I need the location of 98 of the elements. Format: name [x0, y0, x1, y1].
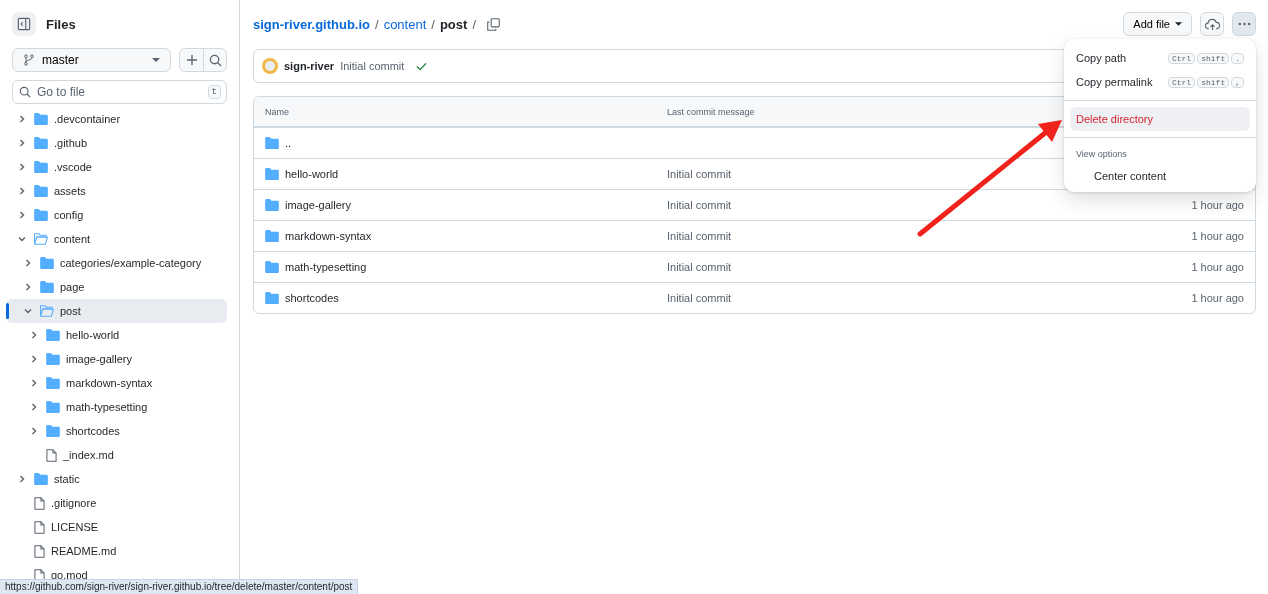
folder-icon [46, 353, 60, 365]
path-separator: / [431, 16, 435, 32]
commit-message-link[interactable]: Initial commit [667, 292, 732, 304]
more-options-button[interactable] [1232, 12, 1256, 36]
tree-item[interactable]: _index.md [6, 443, 227, 467]
branch-dropdown[interactable]: master [12, 48, 171, 72]
file-icon [34, 496, 45, 510]
folder-link[interactable]: shortcodes [285, 292, 339, 304]
folder-icon [40, 257, 54, 269]
avatar-icon [262, 58, 278, 74]
shortcut-key: . [1231, 52, 1244, 64]
folder-icon [40, 281, 54, 293]
tree-item[interactable]: math-typesetting [6, 395, 227, 419]
breadcrumb-link[interactable]: sign-river.github.io [253, 16, 370, 32]
commit-date: 1 hour ago [1191, 199, 1244, 211]
tree-item[interactable]: hello-world [6, 323, 227, 347]
tree-item[interactable]: README.md [6, 539, 227, 563]
caret-icon [152, 58, 160, 62]
more-icon [1237, 22, 1251, 26]
breadcrumb-link[interactable]: content [383, 16, 427, 32]
tree-item[interactable]: categories/example-category [6, 251, 227, 275]
sidebar-title: Files [46, 16, 76, 32]
commit-message-link[interactable]: Initial commit [667, 168, 732, 180]
tree-item[interactable]: assets [6, 179, 227, 203]
folder-icon [265, 168, 279, 180]
folder-icon [265, 292, 279, 304]
tree-item[interactable]: .devcontainer [6, 107, 227, 131]
shortcut-key: , [1231, 76, 1244, 88]
commit-message-link[interactable]: Initial commit [667, 230, 732, 242]
menu-group-heading: View options [1075, 148, 1128, 161]
folder-icon [46, 329, 60, 341]
tree-item[interactable]: markdown-syntax [6, 371, 227, 395]
commit-message-link[interactable]: Initial commit [340, 60, 405, 72]
sidebar-icon [17, 17, 31, 31]
folder-icon [34, 473, 48, 485]
menu-item[interactable]: Delete directory [1070, 107, 1250, 131]
folder-icon [46, 377, 60, 389]
add-file-dropdown[interactable]: Add file [1123, 12, 1192, 36]
menu-item[interactable]: Center content [1064, 164, 1256, 185]
folder-icon [46, 401, 60, 413]
file-icon [34, 544, 45, 558]
tree-item[interactable]: config [6, 203, 227, 227]
tree-item[interactable]: .gitignore [6, 491, 227, 515]
file-icon [34, 568, 45, 582]
tree-item[interactable]: page [6, 275, 227, 299]
tree-item[interactable]: content [6, 227, 227, 251]
tree-item[interactable]: .github [6, 131, 227, 155]
open-folder-icon [34, 233, 48, 245]
commit-message-link[interactable]: Initial commit [667, 261, 732, 273]
search-icon [208, 53, 222, 67]
cloud-upload-icon [1204, 17, 1220, 31]
upload-button[interactable] [1200, 12, 1224, 36]
file-icon [34, 520, 45, 534]
tree-item[interactable]: image-gallery [6, 347, 227, 371]
menu-item[interactable]: Copy path Ctrl shift . [1070, 46, 1250, 70]
folder-link[interactable]: markdown-syntax [285, 230, 372, 242]
folder-icon [34, 185, 48, 197]
folder-link[interactable]: image-gallery [285, 199, 352, 211]
commit-date: 1 hour ago [1191, 292, 1244, 304]
caret-icon [1175, 22, 1182, 26]
path-separator: / [472, 16, 476, 32]
shortcut-key: shift [1197, 52, 1230, 64]
commit-date: 1 hour ago [1191, 230, 1244, 242]
folder-link[interactable]: hello-world [285, 168, 339, 180]
menu-item[interactable]: Copy permalink Ctrl shift , [1070, 70, 1250, 94]
tree-item[interactable]: LICENSE [6, 515, 227, 539]
folder-link[interactable]: math-typesetting [285, 261, 367, 273]
tree-item[interactable]: shortcodes [6, 419, 227, 443]
folder-icon [265, 137, 279, 149]
open-folder-icon [40, 305, 54, 317]
search-icon [19, 86, 31, 98]
folder-icon [34, 161, 48, 173]
tree-item[interactable]: .vscode [6, 155, 227, 179]
plus-icon [185, 54, 198, 66]
folder-icon [46, 425, 60, 437]
path-separator: / [375, 16, 379, 32]
column-header: Name [264, 106, 290, 117]
folder-icon [265, 261, 279, 273]
file-icon [46, 448, 57, 462]
shortcut-key: shift [1197, 76, 1230, 88]
branch-icon [23, 54, 35, 66]
commit-message-link[interactable]: Initial commit [667, 199, 732, 211]
link-url-tooltip: https://github.com/sign-river/sign-river.github.io/tree/delete/master/content/post [0, 579, 359, 594]
folder-icon [265, 199, 279, 211]
shortcut-key: Ctrl [1167, 52, 1196, 64]
commit-author-link[interactable]: sign-river [284, 60, 335, 72]
commit-date: 1 hour ago [1191, 261, 1244, 273]
collapse-sidebar-button[interactable] [12, 12, 36, 36]
shortcut-key: Ctrl [1167, 76, 1196, 88]
folder-icon [34, 113, 48, 125]
tree-item[interactable]: post [6, 299, 227, 323]
breadcrumb-current: post [439, 16, 468, 32]
folder-icon [265, 230, 279, 242]
column-header: Last commit message [667, 106, 755, 117]
folder-icon [34, 137, 48, 149]
tree-item[interactable]: static [6, 467, 227, 491]
folder-link[interactable]: .. [285, 137, 292, 149]
folder-icon [34, 209, 48, 221]
